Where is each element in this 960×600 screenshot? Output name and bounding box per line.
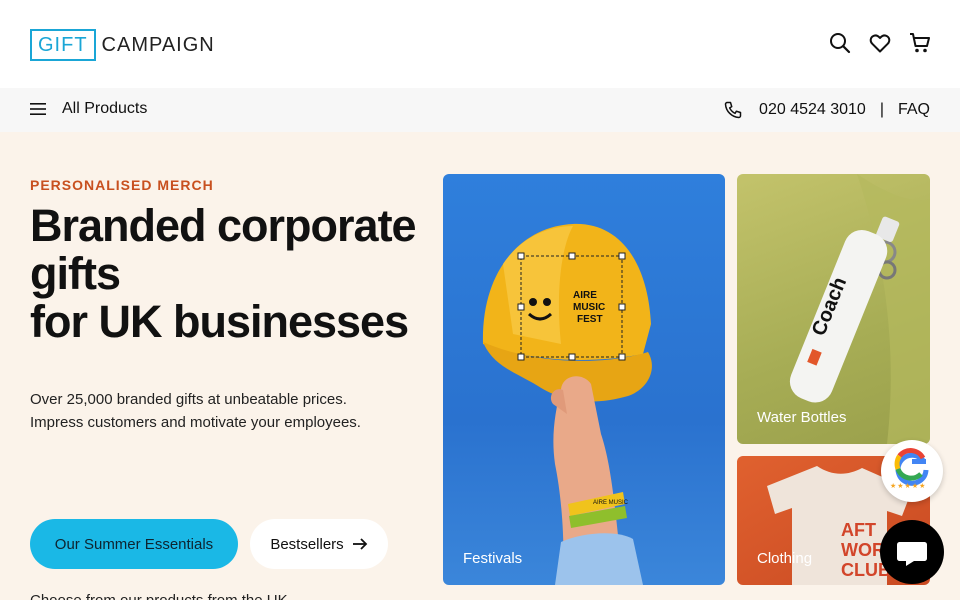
hero-headline: Branded corporate gifts for UK businesse… — [30, 202, 450, 346]
header-actions — [828, 31, 932, 55]
google-reviews-badge[interactable]: ★★★★★ — [881, 440, 943, 502]
summer-essentials-button[interactable]: Our Summer Essentials — [30, 519, 238, 569]
all-products-label: All Products — [62, 100, 148, 117]
hero-footnote: Choose from our products from the UK... — [30, 592, 300, 600]
headline-line-1: Branded corporate gifts — [30, 200, 417, 299]
heart-icon[interactable] — [868, 31, 892, 55]
chat-bubble-icon — [897, 542, 927, 566]
site-logo[interactable]: GIFT CAMPAIGN — [30, 29, 215, 61]
google-icon — [894, 448, 929, 486]
headline-line-2: for UK businesses — [30, 296, 409, 347]
shirt-text-2: WOR — [841, 540, 885, 560]
sub-navigation: All Products 020 4524 3010 | FAQ — [0, 88, 960, 132]
hero-section: PERSONALISED MERCH Branded corporate gif… — [0, 132, 960, 600]
festival-cap-image: AIRE MUSIC FEST AIRE MUSIC — [482, 223, 652, 585]
rating-stars: ★★★★★ — [890, 483, 927, 490]
bestsellers-label: Bestsellers — [270, 535, 344, 553]
wristband-text: AIRE MUSIC — [593, 500, 629, 506]
cap-text-2: MUSIC — [573, 302, 605, 313]
hero-lead: Over 25,000 branded gifts at unbeatable … — [30, 388, 430, 434]
bestsellers-button[interactable]: Bestsellers — [250, 519, 388, 569]
hero-eyebrow: PERSONALISED MERCH — [30, 177, 214, 193]
lead-line-2: Impress customers and motivate your empl… — [30, 414, 361, 431]
faq-link[interactable]: FAQ — [898, 101, 930, 119]
festivals-tile[interactable]: AIRE MUSIC FEST AIRE MUSIC Festivals — [443, 174, 725, 585]
arrow-right-icon — [352, 538, 367, 550]
separator: | — [879, 101, 884, 118]
site-header: GIFT CAMPAIGN — [0, 0, 960, 88]
logo-campaign: CAMPAIGN — [101, 33, 215, 56]
water-bottle-image: Coach — [789, 174, 930, 444]
cap-text-3: FEST — [577, 314, 603, 325]
hamburger-icon — [30, 103, 46, 115]
chat-button[interactable] — [880, 520, 944, 584]
lead-line-1: Over 25,000 branded gifts at unbeatable … — [30, 391, 347, 408]
clothing-label: Clothing — [757, 550, 813, 567]
cap-text-1: AIRE — [573, 290, 597, 301]
water-bottles-tile[interactable]: Coach Water Bottles — [737, 174, 930, 444]
shirt-text-1: AFT — [841, 520, 876, 540]
festivals-label: Festivals — [463, 550, 523, 567]
cart-icon[interactable] — [908, 31, 932, 55]
logo-gift: GIFT — [30, 29, 96, 61]
all-products-menu[interactable]: All Products — [30, 100, 147, 118]
phone-number[interactable]: 020 4524 3010 — [759, 101, 866, 119]
phone-icon — [724, 101, 742, 119]
search-icon[interactable] — [828, 31, 852, 55]
water-bottles-label: Water Bottles — [757, 409, 847, 426]
contact-bar: 020 4524 3010 | FAQ — [723, 100, 930, 120]
